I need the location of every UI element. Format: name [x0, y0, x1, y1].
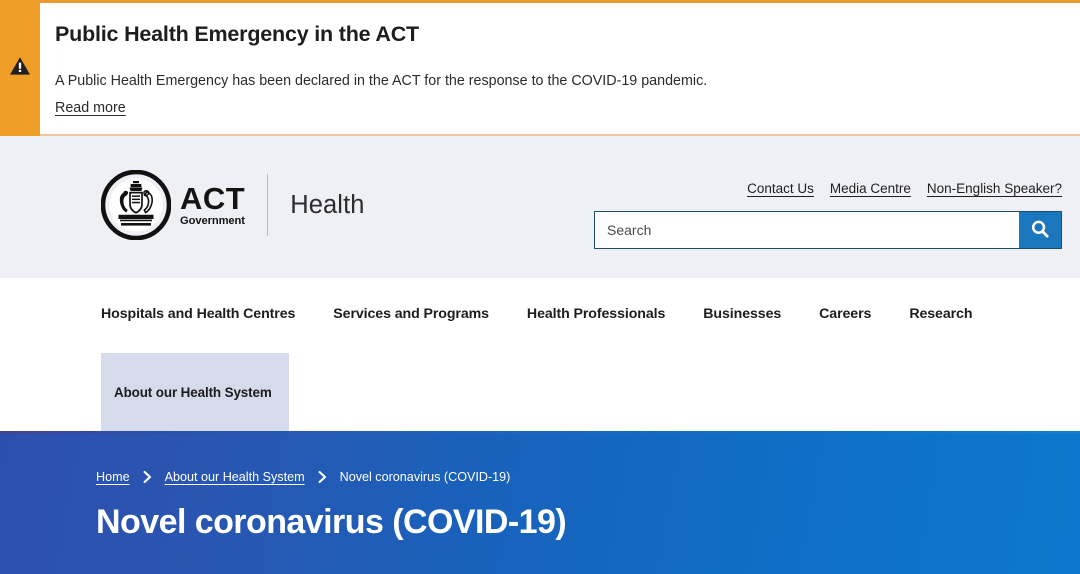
- utility-link-media-centre[interactable]: Media Centre: [830, 181, 911, 196]
- act-wordmark-act: ACT: [180, 180, 246, 216]
- nav-item-services-and-programs[interactable]: Services and Programs: [333, 306, 489, 322]
- alert-body: Public Health Emergency in the ACT A Pub…: [40, 3, 1080, 134]
- alert-title: Public Health Emergency in the ACT: [55, 22, 419, 46]
- site-header: ACT Government Health Contact Us Media C…: [0, 136, 1080, 278]
- hero-top-stripe: [0, 431, 1080, 434]
- chevron-right-icon: [143, 471, 152, 483]
- nav-item-list: Hospitals and Health Centres Services an…: [101, 306, 973, 322]
- chevron-right-icon: [318, 471, 327, 483]
- nav-dropdown-about-our-health-system[interactable]: About our Health System: [101, 353, 289, 431]
- breadcrumb: Home About our Health System Novel coron…: [96, 470, 510, 484]
- nav-item-businesses[interactable]: Businesses: [703, 306, 781, 322]
- act-wordmark-government: Government: [180, 214, 245, 227]
- nav-item-health-professionals[interactable]: Health Professionals: [527, 306, 665, 322]
- breadcrumb-item-home[interactable]: Home: [96, 470, 130, 484]
- search-submit-button[interactable]: [1019, 212, 1061, 248]
- search-bar[interactable]: [594, 211, 1062, 249]
- site-logo[interactable]: ACT Government Health: [100, 169, 365, 241]
- page-hero: Home About our Health System Novel coron…: [0, 431, 1080, 574]
- breadcrumb-item-current: Novel coronavirus (COVID-19): [339, 470, 511, 484]
- nav-dropdown-label: About our Health System: [114, 384, 272, 400]
- emergency-alert-banner: Public Health Emergency in the ACT A Pub…: [0, 0, 1080, 136]
- health-wordmark: Health: [290, 190, 365, 219]
- act-government-crest-icon: [100, 169, 172, 241]
- page-root: Public Health Emergency in the ACT A Pub…: [0, 0, 1080, 574]
- search-icon: [1030, 219, 1050, 242]
- primary-navigation: Hospitals and Health Centres Services an…: [0, 278, 1080, 431]
- nav-item-research[interactable]: Research: [909, 306, 972, 322]
- breadcrumb-item-about-our-health-system[interactable]: About our Health System: [165, 470, 305, 484]
- warning-triangle-icon: [9, 56, 31, 81]
- utility-links: Contact Us Media Centre Non-English Spea…: [747, 181, 1062, 196]
- alert-read-more-link[interactable]: Read more: [55, 100, 126, 116]
- nav-item-hospitals-and-health-centres[interactable]: Hospitals and Health Centres: [101, 306, 295, 322]
- logo-divider: [267, 174, 269, 236]
- utility-link-non-english-speaker[interactable]: Non-English Speaker?: [927, 181, 1062, 196]
- alert-message: A Public Health Emergency has been decla…: [55, 72, 708, 89]
- nav-item-careers[interactable]: Careers: [819, 306, 871, 322]
- page-title: Novel coronavirus (COVID-19): [96, 503, 567, 541]
- act-wordmark: ACT Government: [180, 183, 245, 227]
- alert-icon-stripe: [0, 0, 40, 136]
- utility-link-contact-us[interactable]: Contact Us: [747, 181, 814, 196]
- search-input[interactable]: [595, 212, 1019, 248]
